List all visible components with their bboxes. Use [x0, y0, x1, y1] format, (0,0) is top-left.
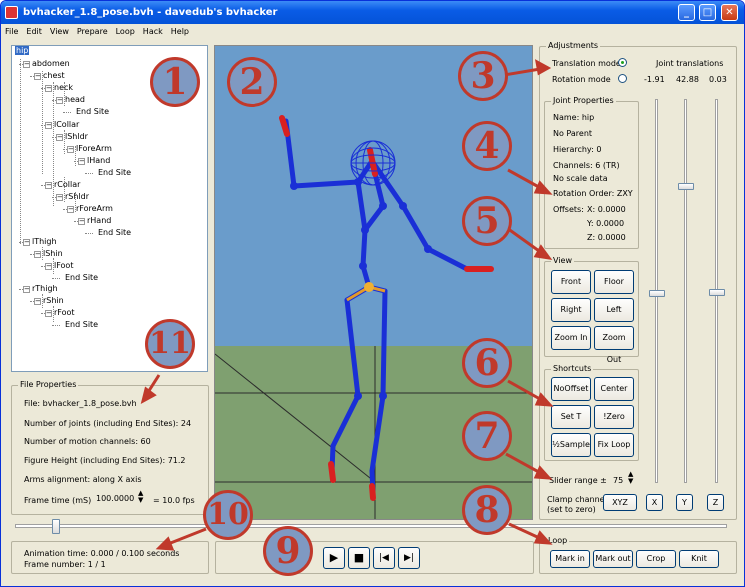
marker-7: 7: [462, 411, 512, 461]
marker-9: 9: [263, 526, 313, 576]
annotation-arrows: [140, 59, 554, 551]
marker-5: 5: [462, 196, 512, 246]
marker-2: 2: [227, 57, 277, 107]
marker-1: 1: [150, 57, 200, 107]
marker-11: 11: [145, 319, 195, 369]
marker-3: 3: [458, 51, 508, 101]
marker-10: 10: [203, 490, 253, 540]
marker-6: 6: [462, 338, 512, 388]
app-window: bvhacker_1.8_pose.bvh - davedub's bvhack…: [0, 0, 745, 587]
marker-8: 8: [462, 485, 512, 535]
marker-4: 4: [462, 121, 512, 171]
